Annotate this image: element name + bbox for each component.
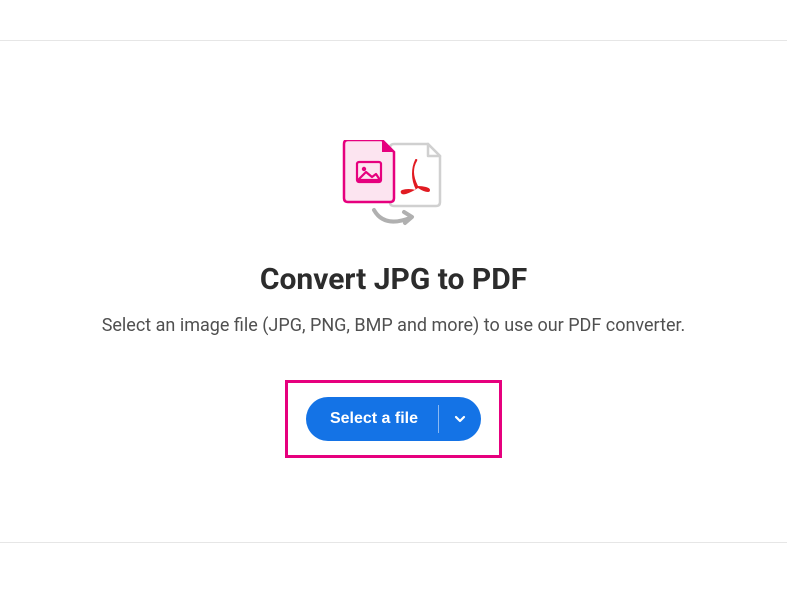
main-content: Convert JPG to PDF Select an image file … <box>0 140 787 458</box>
conversion-illustration <box>334 140 454 230</box>
highlight-annotation: Select a file <box>285 380 502 458</box>
divider-top <box>0 40 787 41</box>
select-file-button[interactable]: Select a file <box>306 397 438 441</box>
select-file-dropdown[interactable] <box>439 397 481 441</box>
select-file-button-group[interactable]: Select a file <box>306 397 481 441</box>
page-subtitle: Select an image file (JPG, PNG, BMP and … <box>102 315 686 336</box>
divider-bottom <box>0 542 787 543</box>
page-title: Convert JPG to PDF <box>260 262 527 297</box>
chevron-down-icon <box>453 412 467 426</box>
